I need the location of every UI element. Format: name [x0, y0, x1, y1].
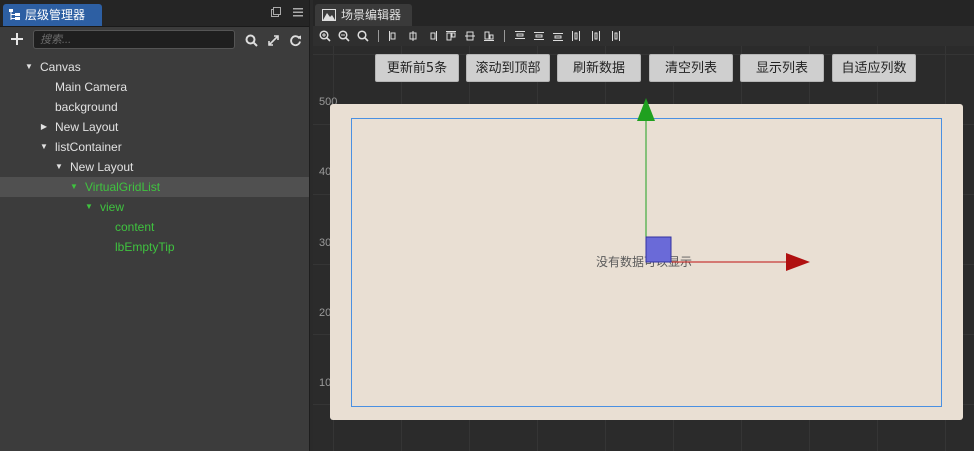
expand-arrow-icon[interactable]: ▼ — [39, 137, 49, 157]
scene-tabbar: 场景编辑器 — [313, 0, 974, 27]
tree-node-label: listContainer — [55, 140, 122, 154]
tree-node-label: New Layout — [70, 160, 134, 174]
empty-tip-label: 没有数据可以显示 — [596, 255, 693, 269]
expand-arrow-icon[interactable]: ▼ — [84, 197, 94, 217]
tree-node-label: Main Camera — [55, 80, 128, 94]
align-bottom-icon[interactable] — [482, 29, 496, 43]
distribute-right-icon[interactable] — [608, 29, 622, 43]
tree-node-new-layout[interactable]: ▶ New Layout — [0, 117, 309, 137]
hierarchy-tabbar: 层级管理器 — [0, 0, 309, 27]
expand-arrow-icon[interactable]: ▼ — [24, 57, 34, 77]
tree-node-label: VirtualGridList — [85, 180, 161, 194]
distribute-bottom-icon[interactable] — [551, 29, 565, 43]
update-top5-button[interactable]: 更新前5条 — [375, 54, 459, 82]
auto-columns-button[interactable]: 自适应列数 — [832, 54, 916, 82]
distribute-left-icon[interactable] — [570, 29, 584, 43]
align-vcenter-icon[interactable] — [463, 29, 477, 43]
tree-node-background[interactable]: background — [0, 97, 309, 117]
tree-node-label: view — [100, 200, 125, 214]
menu-icon[interactable] — [293, 6, 303, 20]
align-left-icon[interactable] — [387, 29, 401, 43]
tree-node-content[interactable]: content — [0, 217, 309, 237]
refresh-data-button[interactable]: 刷新数据 — [557, 54, 641, 82]
align-top-icon[interactable] — [444, 29, 458, 43]
tree-node-list-container[interactable]: ▼ listContainer — [0, 137, 309, 157]
tree-node-label: lbEmptyTip — [115, 240, 175, 254]
collapse-arrow-icon[interactable]: ▶ — [39, 117, 49, 137]
add-node-button[interactable] — [9, 30, 25, 48]
tab-hierarchy[interactable]: 层级管理器 — [3, 4, 102, 26]
popout-icon[interactable] — [271, 6, 281, 20]
hierarchy-tools — [243, 32, 303, 48]
tree-node-label: New Layout — [55, 120, 119, 134]
scene-button-row: 更新前5条 滚动到顶部 刷新数据 清空列表 显示列表 自适应列数 — [313, 54, 974, 82]
tree-node-virtual-grid-list[interactable]: ▼ VirtualGridList — [0, 177, 309, 197]
tab-hierarchy-label: 层级管理器 — [25, 8, 86, 22]
tab-scene-editor[interactable]: 场景编辑器 — [315, 4, 412, 26]
align-right-icon[interactable] — [425, 29, 439, 43]
hierarchy-icon — [9, 9, 20, 20]
zoom-reset-icon[interactable] — [356, 29, 370, 43]
search-input[interactable] — [33, 30, 235, 49]
toolbar-separator — [378, 30, 379, 42]
plus-icon — [11, 33, 23, 45]
align-hcenter-icon[interactable] — [406, 29, 420, 43]
hierarchy-panel: 层级管理器 搜索... ▼ Canvas Main Camera backgro… — [0, 0, 310, 451]
tree-node-lb-empty-tip[interactable]: lbEmptyTip — [0, 237, 309, 257]
toolbar-separator — [504, 30, 505, 42]
tree-node-label: background — [55, 100, 118, 114]
scene-toolbar — [313, 26, 974, 47]
zoom-in-icon[interactable] — [318, 29, 332, 43]
scene-editor-panel: 场景编辑器 500 400 300 200 100 更新前5条 滚动到顶部 刷新… — [313, 0, 974, 451]
tree-node-canvas[interactable]: ▼ Canvas — [0, 57, 309, 77]
tab-scene-editor-label: 场景编辑器 — [341, 8, 402, 22]
distribute-vcenter-icon[interactable] — [532, 29, 546, 43]
tree-node-main-camera[interactable]: Main Camera — [0, 77, 309, 97]
tree-node-new-layout-child[interactable]: ▼ New Layout — [0, 157, 309, 177]
scene-icon — [322, 9, 336, 21]
expand-icon[interactable] — [265, 32, 281, 48]
distribute-top-icon[interactable] — [513, 29, 527, 43]
scene-viewport[interactable]: 500 400 300 200 100 更新前5条 滚动到顶部 刷新数据 清空列… — [313, 46, 974, 451]
zoom-out-icon[interactable] — [337, 29, 351, 43]
expand-arrow-icon[interactable]: ▼ — [69, 177, 79, 197]
hierarchy-toolbar — [0, 27, 309, 53]
tree-node-label: content — [115, 220, 155, 234]
scroll-to-top-button[interactable]: 滚动到顶部 — [466, 54, 550, 82]
clear-list-button[interactable]: 清空列表 — [649, 54, 733, 82]
refresh-icon[interactable] — [287, 32, 303, 48]
hierarchy-tree: ▼ Canvas Main Camera background ▶ New La… — [0, 57, 309, 451]
tree-node-view[interactable]: ▼ view — [0, 197, 309, 217]
show-list-button[interactable]: 显示列表 — [740, 54, 824, 82]
distribute-hcenter-icon[interactable] — [589, 29, 603, 43]
expand-arrow-icon[interactable]: ▼ — [54, 157, 64, 177]
search-icon[interactable] — [243, 32, 259, 48]
tree-node-label: Canvas — [40, 60, 81, 74]
panel-tab-tools — [271, 6, 303, 20]
